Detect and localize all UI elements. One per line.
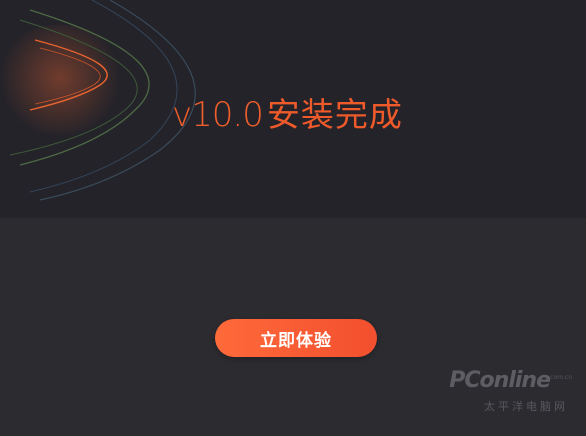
- install-status-text: 安装完成: [266, 95, 403, 134]
- installer-window: v10.0 安装完成 立即体验 .com.cn PConline 太平洋电脑网: [0, 0, 586, 436]
- watermark-domain: .com.cn: [548, 374, 572, 381]
- version-number: v10.0: [172, 95, 264, 135]
- hero-banner: v10.0 安装完成: [0, 0, 586, 218]
- start-experience-button[interactable]: 立即体验: [215, 319, 377, 357]
- pconline-watermark: .com.cn PConline 太平洋电脑网: [449, 368, 572, 418]
- watermark-subtitle: 太平洋电脑网: [484, 400, 568, 413]
- watermark-logo: PConline: [449, 368, 551, 393]
- install-complete-title: v10.0 安装完成: [172, 88, 403, 135]
